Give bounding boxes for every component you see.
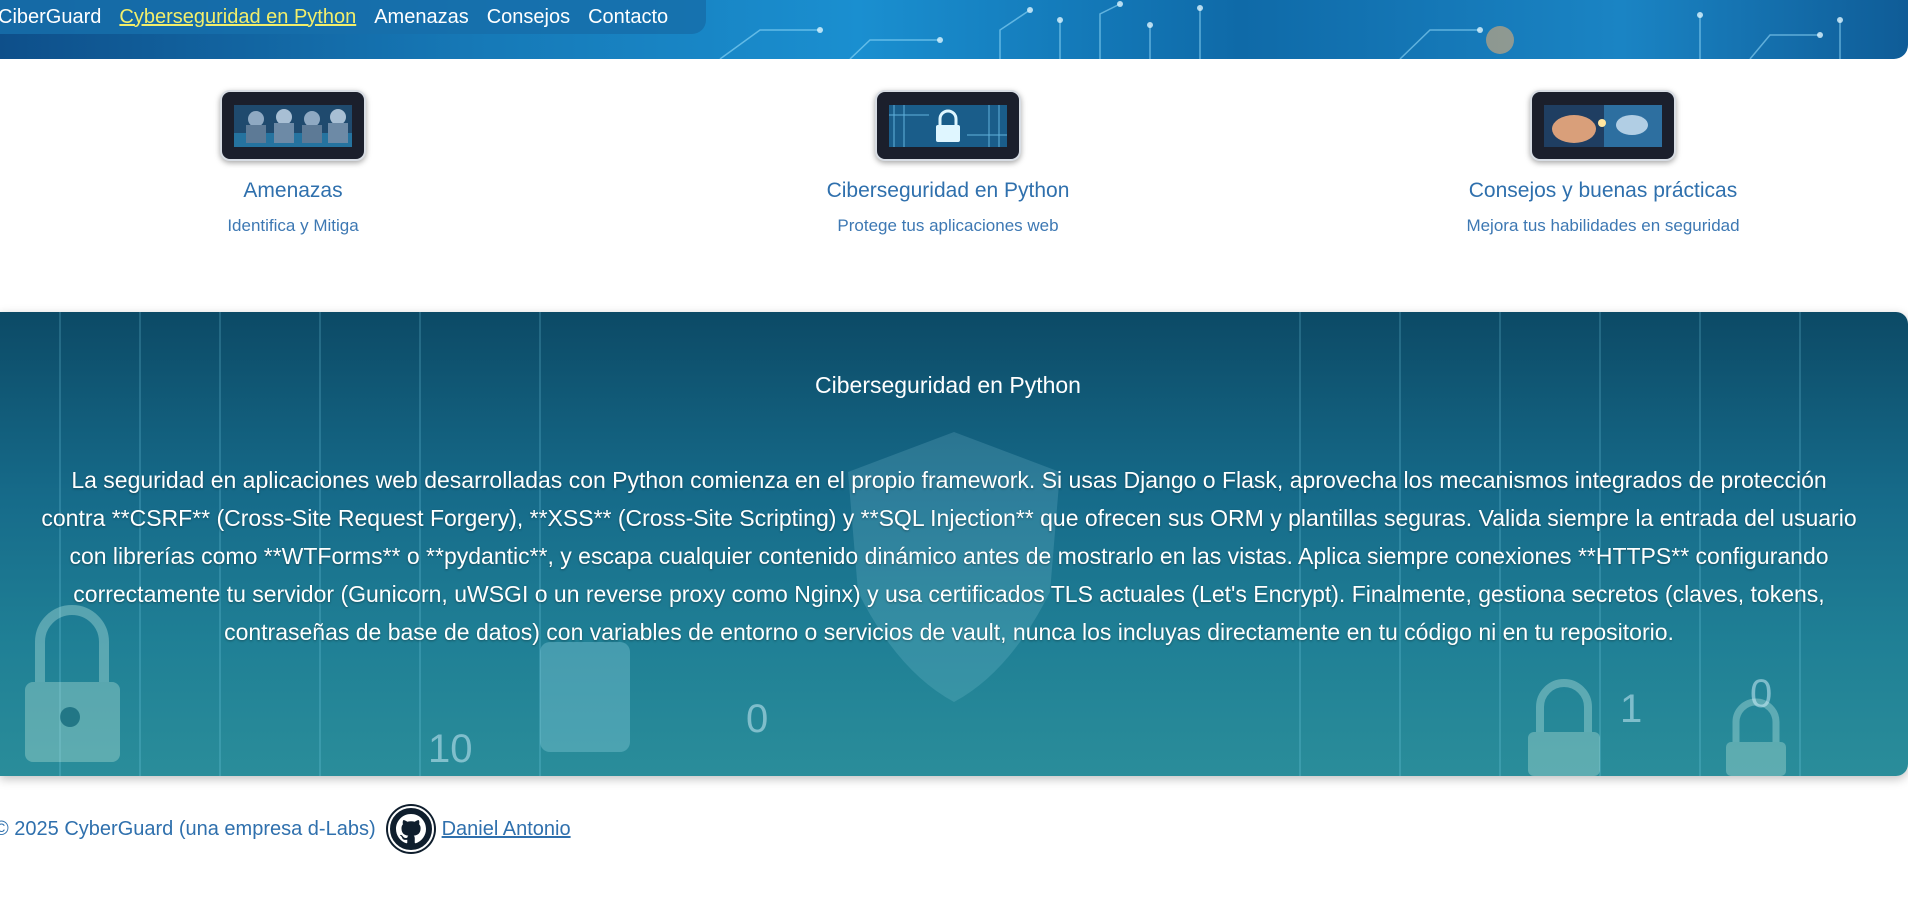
svg-text:1: 1 [1620,687,1642,731]
section-title: Ciberseguridad en Python [815,372,1081,398]
card-subtitle: Protege tus aplicaciones web [837,216,1059,235]
hackers-thumbnail[interactable] [220,90,366,161]
feature-cards: Amenazas Identifica y Mitiga Ciberseguri… [0,59,1908,313]
main-nav: CiberGuard Cyberseguridad en Python Amen… [0,0,706,34]
hands-thumbnail[interactable] [1530,90,1676,161]
author-link[interactable]: Daniel Antonio [442,818,571,841]
card-title[interactable]: Ciberseguridad en Python [738,179,1158,203]
svg-text:0: 0 [1750,672,1772,716]
hackers-image [234,105,352,147]
nav-brand[interactable]: CiberGuard [0,6,101,29]
section-body: La seguridad en aplicaciones web desarro… [41,467,1857,645]
card-subtitle: Identifica y Mitiga [227,216,359,235]
svg-text:10: 10 [428,727,473,771]
card-title[interactable]: Amenazas [83,179,503,203]
copyright-text: © 2025 CyberGuard (una empresa d-Labs) [0,817,376,840]
nav-item-consejos[interactable]: Consejos [487,6,570,29]
card-subtitle: Mejora tus habilidades en seguridad [1466,216,1740,235]
github-icon[interactable] [387,806,434,852]
hands-image [1544,105,1662,147]
footer: © 2025 CyberGuard (una empresa d-Labs) D… [0,805,571,853]
python-security-section: 10 0 1 0 Ciberseguridad en Python La seguri… [0,312,1908,776]
header-banner: CiberGuard Cyberseguridad en Python Amen… [0,0,1908,59]
github-logo [395,814,426,844]
card-title[interactable]: Consejos y buenas prácticas [1393,179,1813,203]
svg-text:0: 0 [746,697,768,741]
padlock-image [889,105,1007,147]
nav-item-contacto[interactable]: Contacto [588,6,668,29]
nav-item-amenazas[interactable]: Amenazas [374,6,469,29]
padlock-thumbnail[interactable] [875,90,1021,161]
nav-item-cyberseguridad[interactable]: Cyberseguridad en Python [119,6,356,29]
